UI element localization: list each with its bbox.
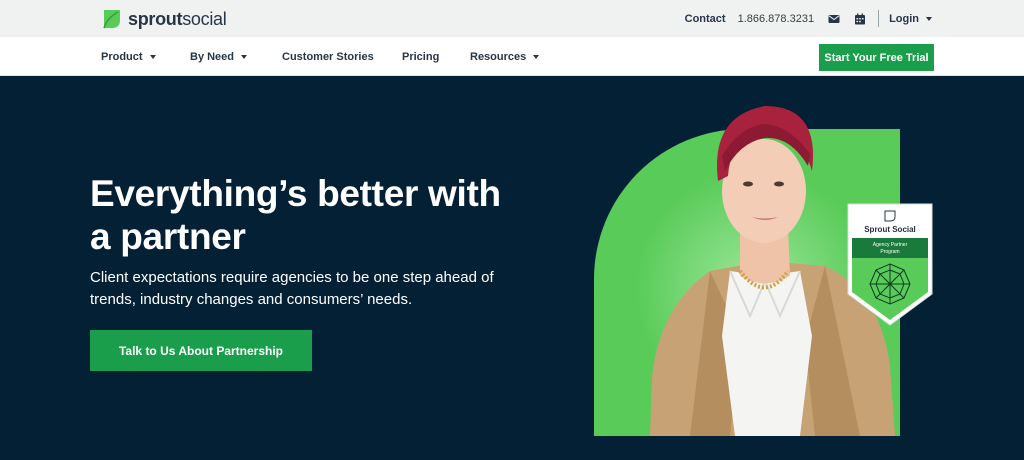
hero-title: Everything’s better with a partner [90, 173, 501, 257]
nav-item-pricing[interactable]: Pricing [402, 37, 439, 76]
chevron-down-icon [533, 54, 540, 59]
chevron-down-icon [149, 54, 156, 59]
phone-link[interactable]: 1.866.878.3231 [738, 13, 814, 25]
agency-partner-badge: Sprout Social Agency Partner Program [847, 203, 933, 326]
nav-item-product[interactable]: Product [101, 37, 156, 76]
login-dropdown[interactable]: Login [889, 13, 932, 25]
chevron-down-icon [926, 16, 932, 21]
envelope-icon[interactable] [828, 13, 840, 25]
nav-item-by-need[interactable]: By Need [190, 37, 248, 76]
sprout-social-logo[interactable]: sproutsocial [101, 7, 227, 31]
badge-line-1: Agency Partner [873, 242, 908, 248]
main-nav: Product By Need Customer Stories Pricing… [0, 37, 1024, 76]
chevron-down-icon [241, 54, 248, 59]
logo-wordmark: sproutsocial [128, 8, 227, 29]
nav-item-resources[interactable]: Resources [470, 37, 540, 76]
nav-item-label: Customer Stories [282, 50, 374, 63]
calendar-icon[interactable] [854, 13, 866, 25]
start-free-trial-button[interactable]: Start Your Free Trial [819, 44, 934, 71]
sprout-leaf-icon [103, 10, 120, 29]
badge-emblem [869, 263, 911, 305]
utility-divider [878, 10, 880, 27]
talk-to-us-button[interactable]: Talk to Us About Partnership [90, 330, 312, 371]
badge-title: Sprout Social [864, 225, 916, 234]
utility-bar: sproutsocial Contact 1.866.878.3231 Logi… [0, 0, 1024, 37]
nav-item-customer-stories[interactable]: Customer Stories [282, 37, 374, 76]
badge-line-2: Program [880, 249, 899, 255]
contact-link[interactable]: Contact [685, 13, 726, 25]
nav-item-label: Pricing [402, 50, 440, 63]
login-label: Login [889, 12, 919, 25]
nav-item-label: Product [101, 50, 143, 63]
utility-links: Contact 1.866.878.3231 Login [685, 0, 932, 37]
nav-item-label: By Need [190, 50, 235, 63]
nav-item-label: Resources [470, 50, 527, 63]
hero-subtitle: Client expectations require agencies to … [90, 269, 494, 308]
